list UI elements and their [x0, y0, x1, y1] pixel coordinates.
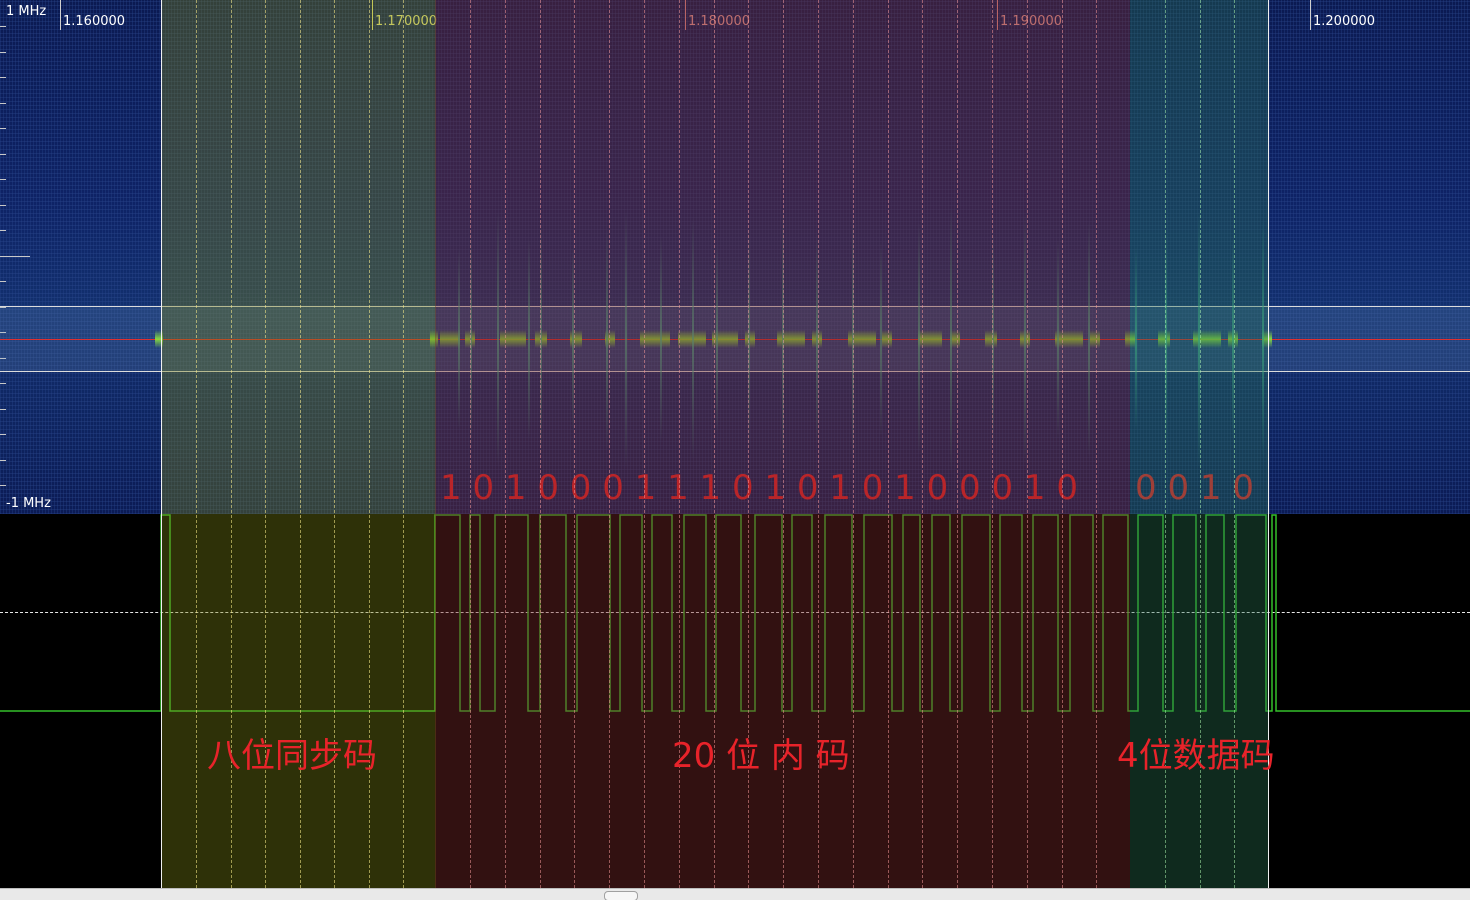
data-code-label: 4位数据码	[1117, 736, 1275, 776]
frequency-tick-mark	[0, 460, 6, 461]
frequency-tick-mark	[0, 281, 6, 282]
symbol-grid-line	[1096, 0, 1097, 888]
frequency-tick-mark	[0, 103, 6, 104]
symbol-grid-line	[196, 0, 197, 888]
frequency-tick-mark	[0, 77, 6, 78]
frequency-tick-mark	[0, 383, 6, 384]
frequency-tick-mark	[0, 256, 30, 257]
symbol-grid-line	[505, 0, 506, 888]
frequency-tick-mark	[0, 205, 6, 206]
time-tick-label: 1.160000	[63, 14, 126, 29]
symbol-grid-line	[403, 0, 404, 888]
frequency-tick-mark	[0, 154, 6, 155]
symbol-grid-line	[1027, 0, 1028, 888]
time-tick-mark	[60, 0, 61, 30]
inner-code-label: 20 位 内 码	[672, 736, 850, 776]
symbol-grid-line	[1062, 0, 1063, 888]
frequency-tick-mark	[0, 409, 6, 410]
symbol-grid-line	[574, 0, 575, 888]
time-tick-label: 1.200000	[1313, 14, 1376, 29]
frequency-tick-mark	[0, 52, 6, 53]
frequency-tick-mark	[0, 128, 6, 129]
symbol-grid-line	[609, 0, 610, 888]
symbol-grid-line	[644, 0, 645, 888]
symbol-grid-line	[957, 0, 958, 888]
frequency-axis-ticks	[0, 0, 30, 514]
bottom-frequency-label: -1 MHz	[6, 496, 51, 511]
time-tick-mark	[1310, 0, 1311, 30]
symbol-grid-line	[540, 0, 541, 888]
symbol-grid-line	[888, 0, 889, 888]
symbol-grid-line	[992, 0, 993, 888]
symbol-grid-line	[470, 0, 471, 888]
frequency-tick-mark	[0, 434, 6, 435]
frequency-tick-mark	[0, 26, 6, 27]
signal-analyzer-view: 1 MHz -1 MHz 1.160000 1.170000 1.180000 …	[0, 0, 1470, 900]
scrollbar-thumb[interactable]	[604, 891, 638, 900]
symbol-grid-line	[922, 0, 923, 888]
symbol-grid-line	[853, 0, 854, 888]
frequency-tick-mark	[0, 230, 6, 231]
frequency-tick-mark	[0, 485, 6, 486]
horizontal-scrollbar[interactable]	[0, 888, 1470, 900]
top-frequency-label: 1 MHz	[6, 4, 47, 19]
sync-code-label: 八位同步码	[207, 736, 377, 776]
frequency-tick-mark	[0, 179, 6, 180]
